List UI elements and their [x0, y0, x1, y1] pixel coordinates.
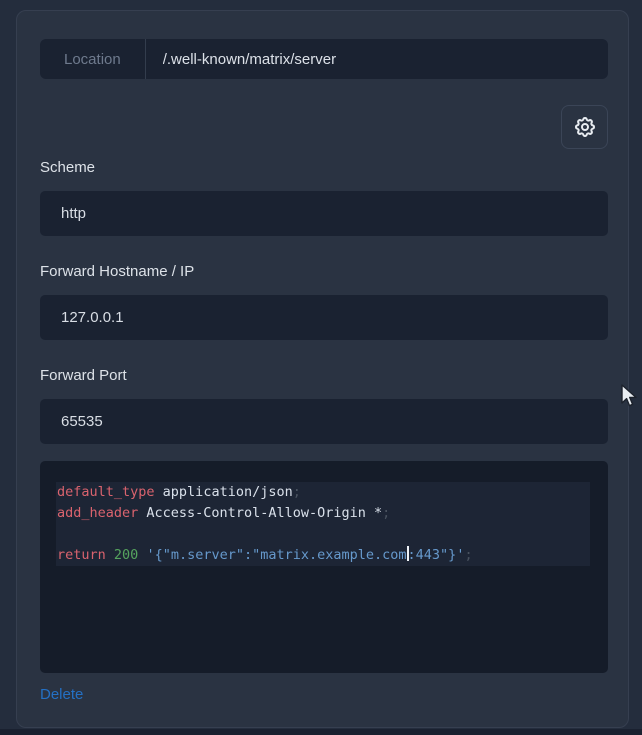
- code-line: default_type application/json;: [56, 482, 590, 503]
- location-prefix-label: Location: [64, 50, 121, 68]
- code-token-plain: Access-Control-Allow-Origin *: [138, 505, 383, 521]
- custom-nginx-config-editor[interactable]: default_type application/json; add_header…: [40, 461, 608, 673]
- forward-hostname-input[interactable]: [40, 295, 608, 340]
- code-line: add_header Access-Control-Allow-Origin *…: [56, 503, 590, 524]
- code-token-number: 200: [113, 547, 139, 563]
- code-token-punct: ;: [382, 505, 391, 521]
- location-input-group: Location: [40, 39, 608, 79]
- bottom-edge-strip: [0, 729, 642, 735]
- code-token-keyword: default_type: [57, 484, 155, 500]
- scheme-label: Scheme: [40, 159, 96, 176]
- location-toolbar: [40, 105, 608, 149]
- location-card: Location Scheme Forward Hostname / IP Fo…: [16, 10, 629, 728]
- code-line: return 200 '{"m.server":"matrix.example.…: [56, 545, 590, 566]
- code-lines: default_type application/json; add_header…: [56, 482, 590, 566]
- scheme-input[interactable]: [40, 191, 608, 236]
- delete-location-button[interactable]: Delete: [40, 686, 83, 703]
- code-token-string: '{"m.server":"matrix.example.com: [146, 547, 407, 563]
- code-token-string: :443"}': [407, 547, 465, 563]
- code-token-punct: ;: [292, 484, 301, 500]
- location-input[interactable]: [145, 39, 608, 79]
- forward-port-input[interactable]: [40, 399, 608, 444]
- gear-icon: [574, 117, 595, 137]
- location-settings-button[interactable]: [561, 105, 608, 149]
- forward-port-label: Forward Port: [40, 367, 127, 384]
- code-token-keyword: add_header: [57, 505, 139, 521]
- code-token-plain: application/json: [154, 484, 293, 500]
- code-token-punct: ;: [464, 547, 473, 563]
- forward-hostname-label: Forward Hostname / IP: [40, 263, 195, 280]
- code-token-keyword: return: [57, 547, 106, 563]
